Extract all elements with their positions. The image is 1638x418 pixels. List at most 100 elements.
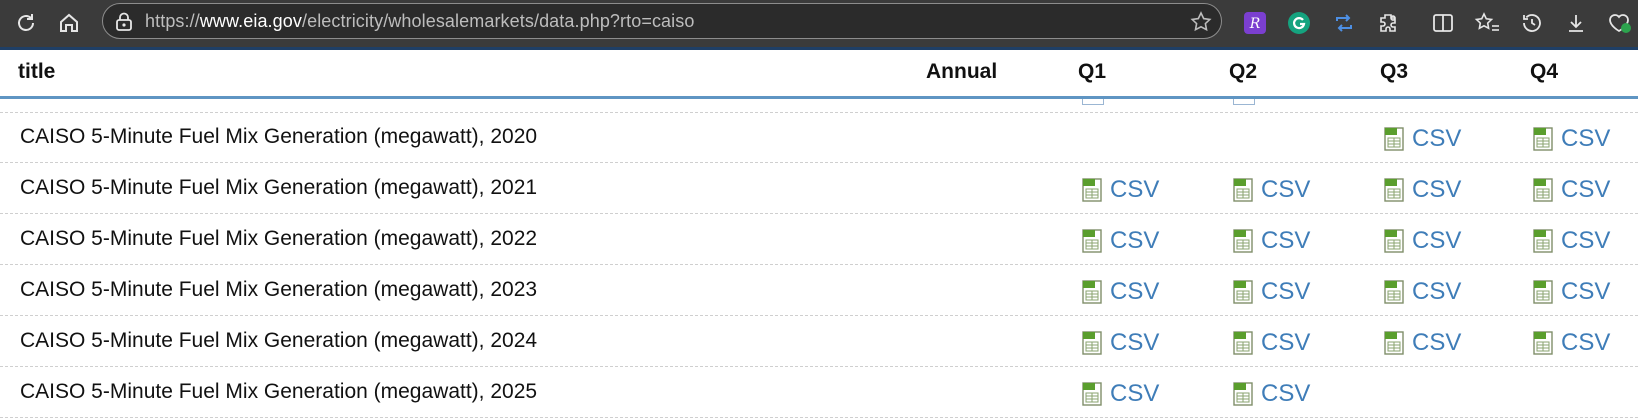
csv-label: CSV [1110, 176, 1160, 203]
table-row: CAISO 5-Minute Fuel Mix Generation (mega… [0, 316, 1638, 367]
column-header-annual: Annual [926, 60, 998, 83]
spreadsheet-file-icon [1533, 127, 1553, 151]
spreadsheet-file-icon [1082, 280, 1102, 304]
csv-download-link-q2[interactable]: CSV [1231, 329, 1310, 357]
column-header-q3: Q3 [1380, 60, 1409, 83]
table-row: CAISO 5-Minute Fuel Mix Generation (mega… [0, 163, 1638, 214]
spreadsheet-file-icon [1533, 229, 1553, 253]
row-title: CAISO 5-Minute Fuel Mix Generation (mega… [20, 329, 538, 352]
favorites-icon[interactable] [1472, 8, 1502, 38]
csv-label: CSV [1110, 278, 1160, 305]
table-row: CAISO 5-Minute Fuel Mix Generation (mega… [0, 367, 1638, 418]
spreadsheet-file-icon [1082, 331, 1102, 355]
csv-label: CSV [1412, 227, 1462, 254]
csv-label: CSV [1412, 278, 1462, 305]
file-icon-fragment [1233, 99, 1255, 105]
column-header-title: title [18, 60, 56, 83]
row-title: CAISO 5-Minute Fuel Mix Generation (mega… [20, 227, 538, 250]
csv-download-link-q2[interactable]: CSV [1231, 380, 1310, 408]
browser-toolbar: https://www.eia.gov/electricity/wholesal… [0, 0, 1638, 50]
url-path: /electricity/wholesalemarkets/data.php?r… [301, 11, 695, 31]
csv-label: CSV [1412, 329, 1462, 356]
csv-download-link-q3[interactable]: CSV [1382, 125, 1461, 153]
csv-download-link-q4[interactable]: CSV [1531, 227, 1610, 255]
csv-download-link-q4[interactable]: CSV [1531, 176, 1610, 204]
spreadsheet-file-icon [1233, 280, 1253, 304]
table-row-partial [0, 99, 1638, 113]
table-row: CAISO 5-Minute Fuel Mix Generation (mega… [0, 112, 1638, 163]
spreadsheet-file-icon [1533, 178, 1553, 202]
home-icon[interactable] [52, 6, 86, 40]
csv-label: CSV [1412, 176, 1462, 203]
csv-label: CSV [1412, 125, 1462, 152]
csv-label: CSV [1261, 380, 1311, 407]
table-header: title Annual Q1 Q2 Q3 Q4 [0, 50, 1638, 99]
row-title: CAISO 5-Minute Fuel Mix Generation (mega… [20, 125, 538, 148]
spreadsheet-file-icon [1233, 382, 1253, 406]
spreadsheet-file-icon [1384, 280, 1404, 304]
column-header-q1: Q1 [1078, 60, 1107, 83]
table-row: CAISO 5-Minute Fuel Mix Generation (mega… [0, 265, 1638, 316]
csv-download-link-q4[interactable]: CSV [1531, 278, 1610, 306]
csv-label: CSV [1110, 380, 1160, 407]
csv-label: CSV [1561, 278, 1611, 305]
url-text[interactable]: https://www.eia.gov/electricity/wholesal… [145, 11, 694, 32]
row-title: CAISO 5-Minute Fuel Mix Generation (mega… [20, 380, 538, 403]
csv-download-link-q2[interactable]: CSV [1231, 176, 1310, 204]
column-header-q2: Q2 [1229, 60, 1258, 83]
csv-label: CSV [1110, 329, 1160, 356]
spreadsheet-file-icon [1533, 280, 1553, 304]
csv-label: CSV [1561, 329, 1611, 356]
download-icon[interactable] [1561, 8, 1591, 38]
reload-icon[interactable] [9, 6, 43, 40]
split-screen-icon[interactable] [1428, 8, 1458, 38]
row-title: CAISO 5-Minute Fuel Mix Generation (mega… [20, 176, 538, 199]
history-icon[interactable] [1517, 8, 1547, 38]
csv-label: CSV [1561, 125, 1611, 152]
csv-download-link-q3[interactable]: CSV [1382, 227, 1461, 255]
spreadsheet-file-icon [1082, 229, 1102, 253]
csv-download-link-q3[interactable]: CSV [1382, 329, 1461, 357]
url-scheme: https:// [145, 11, 200, 31]
lock-icon[interactable] [113, 11, 135, 38]
csv-download-link-q3[interactable]: CSV [1382, 176, 1461, 204]
grammarly-icon[interactable] [1284, 8, 1314, 38]
spreadsheet-file-icon [1082, 178, 1102, 202]
csv-label: CSV [1561, 227, 1611, 254]
table-row: CAISO 5-Minute Fuel Mix Generation (mega… [0, 214, 1638, 265]
spreadsheet-file-icon [1233, 331, 1253, 355]
spreadsheet-file-icon [1233, 178, 1253, 202]
csv-download-link-q2[interactable]: CSV [1231, 227, 1310, 255]
csv-download-link-q1[interactable]: CSV [1080, 176, 1159, 204]
url-host: www.eia.gov [199, 11, 302, 31]
csv-download-link-q4[interactable]: CSV [1531, 329, 1610, 357]
csv-label: CSV [1261, 278, 1311, 305]
spreadsheet-file-icon [1384, 331, 1404, 355]
r-extension-icon[interactable]: R [1240, 8, 1270, 38]
puzzle-icon[interactable] [1373, 8, 1403, 38]
spreadsheet-file-icon [1384, 178, 1404, 202]
favorite-star-icon[interactable] [1189, 10, 1213, 39]
column-header-q4: Q4 [1530, 60, 1559, 83]
spreadsheet-file-icon [1233, 229, 1253, 253]
csv-download-link-q1[interactable]: CSV [1080, 227, 1159, 255]
svg-text:R: R [1249, 16, 1261, 32]
csv-label: CSV [1261, 176, 1311, 203]
spreadsheet-file-icon [1384, 229, 1404, 253]
spreadsheet-file-icon [1082, 382, 1102, 406]
csv-label: CSV [1110, 227, 1160, 254]
address-bar[interactable]: https://www.eia.gov/electricity/wholesal… [102, 3, 1222, 39]
csv-label: CSV [1261, 227, 1311, 254]
csv-label: CSV [1561, 176, 1611, 203]
csv-download-link-q2[interactable]: CSV [1231, 278, 1310, 306]
repeat-icon[interactable] [1329, 8, 1359, 38]
csv-download-link-q1[interactable]: CSV [1080, 278, 1159, 306]
performance-icon[interactable] [1604, 8, 1634, 38]
csv-download-link-q3[interactable]: CSV [1382, 278, 1461, 306]
csv-label: CSV [1261, 329, 1311, 356]
csv-download-link-q1[interactable]: CSV [1080, 329, 1159, 357]
file-icon-fragment [1082, 99, 1104, 105]
csv-download-link-q1[interactable]: CSV [1080, 380, 1159, 408]
csv-download-link-q4[interactable]: CSV [1531, 125, 1610, 153]
row-title: CAISO 5-Minute Fuel Mix Generation (mega… [20, 278, 538, 301]
